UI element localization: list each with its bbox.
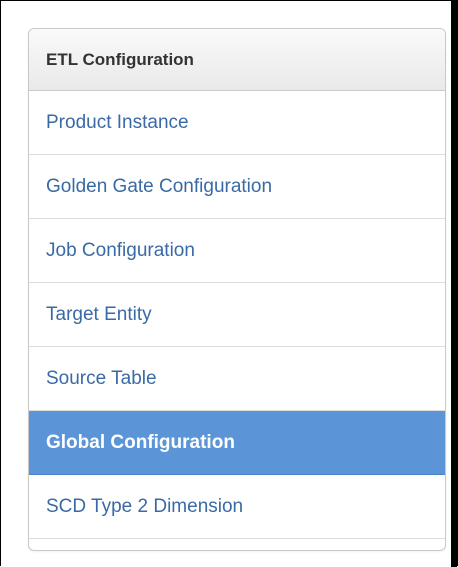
menu-item-label: SCD Type 2 Dimension bbox=[46, 495, 244, 517]
panel-title: ETL Configuration bbox=[46, 49, 194, 69]
panel-header: ETL Configuration bbox=[29, 29, 445, 91]
menu-item-product-instance[interactable]: Product Instance bbox=[29, 91, 445, 155]
menu-item-scd-type-2-dimension[interactable]: SCD Type 2 Dimension bbox=[29, 475, 445, 539]
menu-item-label: Source Table bbox=[46, 367, 157, 389]
menu-item-label: Global Configuration bbox=[46, 431, 235, 453]
menu-item-global-configuration[interactable]: Global Configuration bbox=[29, 411, 445, 475]
menu-item-golden-gate-configuration[interactable]: Golden Gate Configuration bbox=[29, 155, 445, 219]
menu-item-label: Golden Gate Configuration bbox=[46, 175, 273, 197]
menu-item-job-configuration[interactable]: Job Configuration bbox=[29, 219, 445, 283]
etl-configuration-panel: ETL Configuration Product Instance Golde… bbox=[28, 28, 446, 551]
menu-item-label: Product Instance bbox=[46, 111, 189, 133]
menu-item-label: Target Entity bbox=[46, 303, 152, 325]
frame-right-border bbox=[451, 0, 457, 567]
configuration-menu: Product Instance Golden Gate Configurati… bbox=[29, 91, 445, 539]
menu-item-source-table[interactable]: Source Table bbox=[29, 347, 445, 411]
menu-item-label: Job Configuration bbox=[46, 239, 195, 261]
menu-item-target-entity[interactable]: Target Entity bbox=[29, 283, 445, 347]
